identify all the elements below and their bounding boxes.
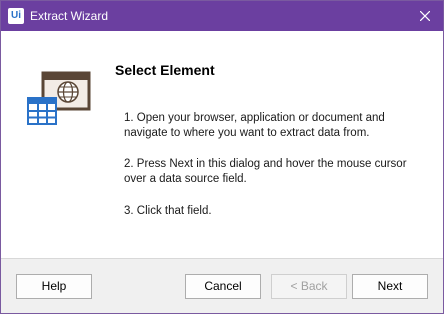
cancel-button[interactable]: Cancel — [185, 274, 261, 299]
title-bar[interactable]: Ui Extract Wizard — [1, 1, 443, 31]
window-title: Extract Wizard — [30, 9, 109, 23]
app-icon-text: Ui — [11, 10, 21, 21]
instruction-step-1: 1. Open your browser, application or doc… — [124, 112, 385, 139]
wizard-content: Select Element 1. Open your browser, app… — [1, 31, 443, 258]
instruction-step-3: 3. Click that field. — [124, 205, 212, 217]
close-button[interactable] — [411, 4, 439, 28]
close-icon — [420, 11, 430, 21]
back-button[interactable]: < Back — [271, 274, 347, 299]
button-bar: Help Cancel < Back Next — [1, 259, 443, 313]
page-title: Select Element — [115, 62, 215, 78]
help-button[interactable]: Help — [16, 274, 92, 299]
extract-wizard-dialog: Ui Extract Wizard Select Element 1. Open… — [0, 0, 444, 314]
instruction-step-2: 2. Press Next in this dialog and hover t… — [124, 158, 407, 185]
browser-window-with-table-icon — [27, 71, 91, 125]
next-button[interactable]: Next — [352, 274, 428, 299]
uipath-logo-icon: Ui — [8, 8, 24, 24]
